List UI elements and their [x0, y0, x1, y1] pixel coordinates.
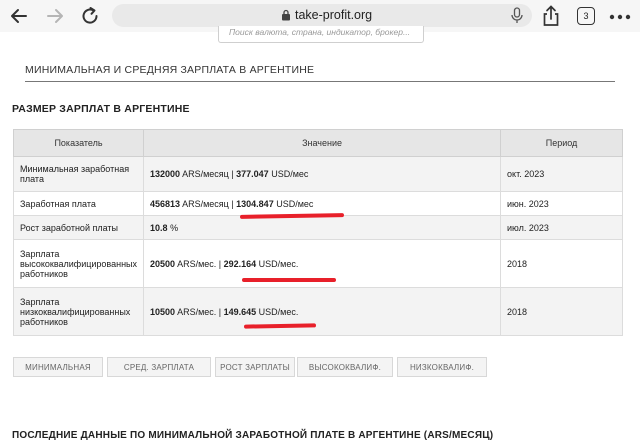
value-cell: 456813 ARS/месяц | 1304.847 USD/мес	[143, 191, 502, 216]
reload-icon[interactable]	[79, 5, 101, 27]
section-title: МИНИМАЛЬНАЯ И СРЕДНЯЯ ЗАРПЛАТА В АРГЕНТИ…	[25, 64, 315, 76]
table-title: РАЗМЕР ЗАРПЛАТ В АРГЕНТИНЕ	[12, 103, 190, 115]
column-header: Период	[500, 129, 623, 157]
divider	[25, 81, 615, 82]
tab-growth[interactable]: РОСТ ЗАРПЛАТЫ	[215, 357, 295, 377]
value-ars: 10500	[150, 306, 176, 317]
value-cell: 10.8 %	[143, 215, 502, 240]
table-row: Заработная плата 456813 ARS/месяц | 1304…	[12, 191, 623, 216]
tab-low-skilled[interactable]: НИЗКОКВАЛИФ.	[397, 357, 487, 377]
highlight-underline	[242, 278, 336, 282]
unit-ars: %	[167, 222, 179, 233]
forward-icon[interactable]	[44, 5, 66, 27]
table-row: Зарплата низкоквалифицированных работник…	[12, 287, 623, 336]
microphone-icon[interactable]	[510, 7, 524, 24]
period-cell: июн. 2023	[500, 191, 623, 216]
period-cell: июл. 2023	[500, 215, 623, 240]
tabs-icon[interactable]: 3	[577, 7, 595, 25]
more-icon[interactable]	[609, 14, 631, 20]
period-cell: 2018	[500, 287, 623, 336]
column-header: Значение	[143, 129, 502, 157]
back-icon[interactable]	[8, 5, 30, 27]
period-cell: окт. 2023	[500, 156, 623, 192]
unit-usd: USD/мес.	[256, 258, 299, 269]
period-cell: 2018	[500, 239, 623, 288]
lock-icon	[282, 9, 290, 21]
unit-usd: USD/мес.	[256, 306, 299, 317]
table-row: Рост заработной платы 10.8 % июл. 2023	[12, 215, 623, 240]
value-usd: 149.645	[223, 306, 257, 317]
value-usd: 292.164	[223, 258, 257, 269]
search-input[interactable]: Поиск валюта, страна, индикатор, брокер.…	[218, 26, 424, 43]
table-row: Минимальная заработная плата 132000 ARS/…	[12, 156, 623, 192]
value-ars: 20500	[150, 258, 176, 269]
unit-ars: ARS/месяц |	[180, 198, 237, 209]
indicator-cell: Минимальная заработная плата	[12, 156, 145, 192]
latest-data-title: ПОСЛЕДНИЕ ДАННЫЕ ПО МИНИМАЛЬНОЙ ЗАРАБОТН…	[12, 430, 494, 441]
indicator-cell: Рост заработной платы	[12, 215, 145, 240]
unit-usd: USD/мес	[268, 169, 309, 179]
indicator-cell: Зарплата высококвалифицированных работни…	[12, 239, 145, 288]
table-header-row: Показатель Значение Период	[12, 129, 623, 157]
value-ars: 132000	[150, 169, 181, 179]
value-usd: 377.047	[236, 169, 269, 179]
search-placeholder: Поиск валюта, страна, индикатор, брокер.…	[229, 27, 411, 37]
unit-ars: ARS/месяц |	[180, 169, 237, 179]
value-ars: 456813	[150, 198, 181, 209]
url-text: take-profit.org	[295, 8, 373, 22]
share-icon[interactable]	[541, 5, 561, 27]
indicator-cell: Зарплата низкоквалифицированных работник…	[12, 287, 145, 336]
value-ars: 10.8	[150, 222, 168, 233]
unit-usd: USD/мес	[273, 198, 314, 209]
tab-average[interactable]: СРЕД. ЗАРПЛАТА	[107, 357, 211, 377]
value-cell: 132000 ARS/месяц | 377.047 USD/мес	[143, 156, 502, 192]
value-usd: 1304.847	[236, 198, 274, 209]
value-cell: 10500 ARS/мес. | 149.645 USD/мес.	[143, 287, 502, 336]
unit-ars: ARS/мес. |	[175, 306, 224, 317]
tab-high-skilled[interactable]: ВЫСОКОКВАЛИФ.	[297, 357, 393, 377]
indicator-cell: Заработная плата	[12, 191, 145, 216]
unit-ars: ARS/мес. |	[175, 258, 224, 269]
tab-minimum[interactable]: МИНИМАЛЬНАЯ	[13, 357, 103, 377]
column-header: Показатель	[12, 129, 145, 157]
salary-table: Показатель Значение Период Минимальная з…	[12, 129, 623, 336]
address-bar[interactable]: take-profit.org	[112, 4, 532, 27]
